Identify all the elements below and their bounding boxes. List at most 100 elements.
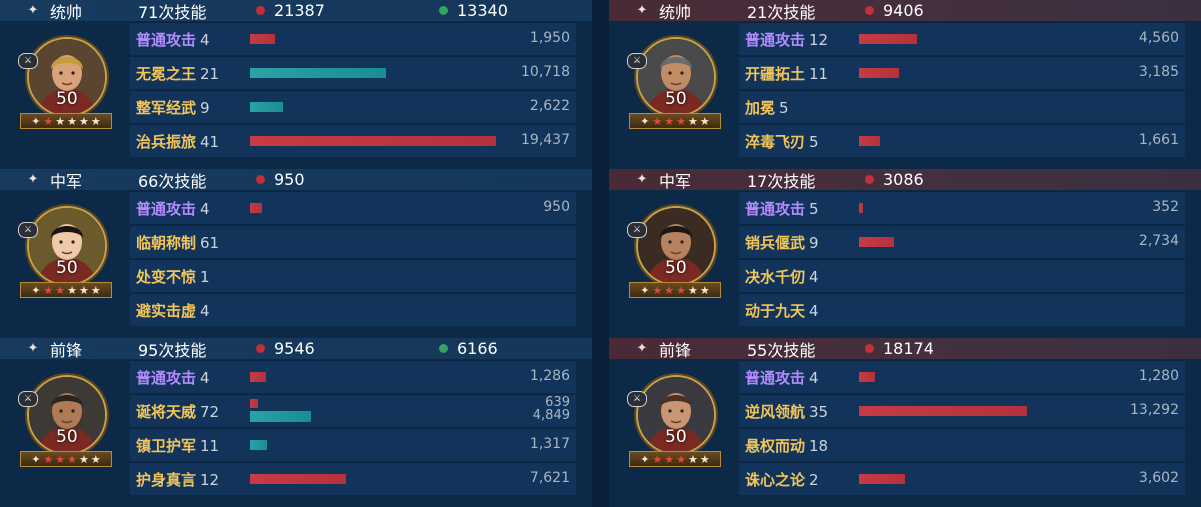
- star-rating: ✦ ★ ★ ★ ★ ★: [629, 282, 721, 298]
- skill-count: 5: [809, 133, 819, 151]
- skill-count: 18: [809, 437, 829, 455]
- star-icon: ★: [664, 452, 675, 466]
- skill-row[interactable]: 临朝称制 61: [130, 225, 576, 258]
- general-portrait-card[interactable]: ⚔ 50 ✦ ★ ★ ★ ★ ★: [627, 31, 721, 131]
- star-icon: ★: [55, 283, 66, 297]
- skill-row[interactable]: 诛心之论 2 3,602: [739, 462, 1185, 495]
- damage-bar: [250, 399, 258, 408]
- skill-row[interactable]: 普通攻击 5 352: [739, 191, 1185, 224]
- rank-icon: ✦: [31, 452, 41, 466]
- damage-bar: [859, 203, 863, 213]
- general-portrait-card[interactable]: ⚔ 50 ✦ ★ ★ ★ ★ ★: [627, 369, 721, 469]
- skill-row[interactable]: 动于九天 4: [739, 293, 1185, 326]
- star-icon: ★: [79, 452, 89, 466]
- sparkle-icon: ✦: [27, 341, 39, 356]
- damage-bar: [250, 203, 262, 213]
- skill-row[interactable]: 镇卫护军 11 1,317: [130, 428, 576, 461]
- general-portrait-card[interactable]: ⚔ 50 ✦ ★ ★ ★ ★ ★: [18, 31, 112, 131]
- skill-value: 1,286: [529, 368, 570, 384]
- general-portrait-card[interactable]: ⚔ 50 ✦ ★ ★ ★ ★ ★: [18, 200, 112, 300]
- skill-value: 3,602: [1138, 470, 1179, 486]
- skill-row[interactable]: 淬毒飞刃 5 1,661: [739, 124, 1185, 157]
- skill-cast-count: 66次技能: [138, 171, 207, 191]
- star-icon: ★: [90, 283, 101, 297]
- skill-name: 淬毒飞刃 5: [745, 133, 819, 151]
- general-portrait-card[interactable]: ⚔ 50 ✦ ★ ★ ★ ★ ★: [18, 369, 112, 469]
- skill-row[interactable]: 治兵振旅 41 19,437: [130, 124, 576, 157]
- skill-name: 诞将天威 72: [136, 403, 220, 421]
- rank-icon: ✦: [31, 283, 41, 297]
- panel-divider: [592, 0, 609, 507]
- skill-name: 诛心之论 2: [745, 471, 819, 489]
- damage-bar: [250, 372, 266, 382]
- skill-cast-count: 95次技能: [138, 340, 207, 360]
- skill-count: 5: [809, 200, 819, 218]
- skill-row[interactable]: 普通攻击 4 1,280: [739, 360, 1185, 393]
- general-level: 50: [56, 427, 78, 447]
- star-icon: ★: [55, 114, 66, 128]
- skill-row[interactable]: 普通攻击 4 1,286: [130, 360, 576, 393]
- left-team-panel: ✦ 统帅 71次技能 21387 13340 ⚔ 50 ✦ ★ ★ ★ ★ ★ 普通攻击 4 1,950 无冕之…: [0, 0, 592, 507]
- skill-name: 治兵振旅 41: [136, 133, 220, 151]
- skill-count: 9: [200, 99, 210, 117]
- star-icon: ★: [67, 114, 78, 128]
- unit-section-中军: ✦ 中军 17次技能 3086 ⚔ 50 ✦ ★ ★ ★ ★ ★ 普通攻击 5 352 销兵偃武 9 2,734 决…: [609, 169, 1201, 338]
- skill-row[interactable]: 普通攻击 12 4,560: [739, 22, 1185, 55]
- star-icon: ★: [688, 283, 698, 297]
- skill-row[interactable]: 加冕 5: [739, 90, 1185, 123]
- skill-row[interactable]: 销兵偃武 9 2,734: [739, 225, 1185, 258]
- unit-role: 统帅: [50, 2, 83, 22]
- skill-count: 72: [200, 403, 220, 421]
- skill-value: 7,621: [529, 470, 570, 486]
- skill-row[interactable]: 避实击虚 4: [130, 293, 576, 326]
- damage-dot-icon: [256, 6, 265, 15]
- skill-row[interactable]: 护身真言 12 7,621: [130, 462, 576, 495]
- troop-type-icon: ⚔: [18, 53, 38, 69]
- skill-name: 避实击虚 4: [136, 302, 210, 320]
- skill-row[interactable]: 普通攻击 4 950: [130, 191, 576, 224]
- star-icon: ★: [676, 452, 687, 466]
- skill-name: 普通攻击 12: [745, 31, 829, 49]
- damage-total: 18174: [865, 339, 1048, 358]
- star-icon: ★: [664, 114, 675, 128]
- unit-section-中军: ✦ 中军 66次技能 950 ⚔ 50 ✦ ★ ★ ★ ★ ★ 普通攻击 4 950 临朝称制 61 处变不惊 1 避…: [0, 169, 592, 338]
- skill-row[interactable]: 诞将天威 72 639 4,849: [130, 394, 576, 427]
- skill-name: 普通攻击 4: [136, 31, 210, 49]
- star-icon: ★: [688, 114, 698, 128]
- skill-name: 普通攻击 4: [136, 200, 210, 218]
- damage-bar: [859, 372, 875, 382]
- damage-bar: [250, 136, 496, 146]
- star-icon: ★: [699, 283, 710, 297]
- skill-count: 4: [200, 369, 210, 387]
- skill-name: 临朝称制 61: [136, 234, 220, 252]
- skill-row[interactable]: 整军经武 9 2,622: [130, 90, 576, 123]
- skill-count: 41: [200, 133, 220, 151]
- skill-count: 4: [200, 302, 210, 320]
- skill-row[interactable]: 开疆拓土 11 3,185: [739, 56, 1185, 89]
- damage-dot-icon: [865, 175, 874, 184]
- damage-dot-icon: [865, 6, 874, 15]
- skill-row[interactable]: 逆风领航 35 13,292: [739, 394, 1185, 427]
- star-icon: ★: [43, 452, 54, 466]
- heal-total: 6166: [439, 339, 498, 358]
- skill-row[interactable]: 普通攻击 4 1,950: [130, 22, 576, 55]
- skill-value: 19,437: [521, 132, 570, 148]
- skill-count: 35: [809, 403, 829, 421]
- skill-name: 悬权而动 18: [745, 437, 829, 455]
- heal-bar: [250, 68, 386, 78]
- skill-row[interactable]: 决水千仞 4: [739, 259, 1185, 292]
- general-portrait-card[interactable]: ⚔ 50 ✦ ★ ★ ★ ★ ★: [627, 200, 721, 300]
- skill-name: 加冕 5: [745, 99, 789, 117]
- troop-type-icon: ⚔: [627, 222, 647, 238]
- damage-dot-icon: [256, 175, 265, 184]
- star-icon: ★: [79, 114, 89, 128]
- skill-row[interactable]: 悬权而动 18: [739, 428, 1185, 461]
- general-level: 50: [56, 258, 78, 278]
- unit-header: ✦ 中军 66次技能 950: [0, 169, 592, 191]
- star-icon: ★: [79, 283, 89, 297]
- skill-count: 2: [809, 471, 819, 489]
- skill-row[interactable]: 处变不惊 1: [130, 259, 576, 292]
- heal-dot-icon: [439, 6, 448, 15]
- skill-name: 决水千仞 4: [745, 268, 819, 286]
- skill-row[interactable]: 无冕之王 21 10,718: [130, 56, 576, 89]
